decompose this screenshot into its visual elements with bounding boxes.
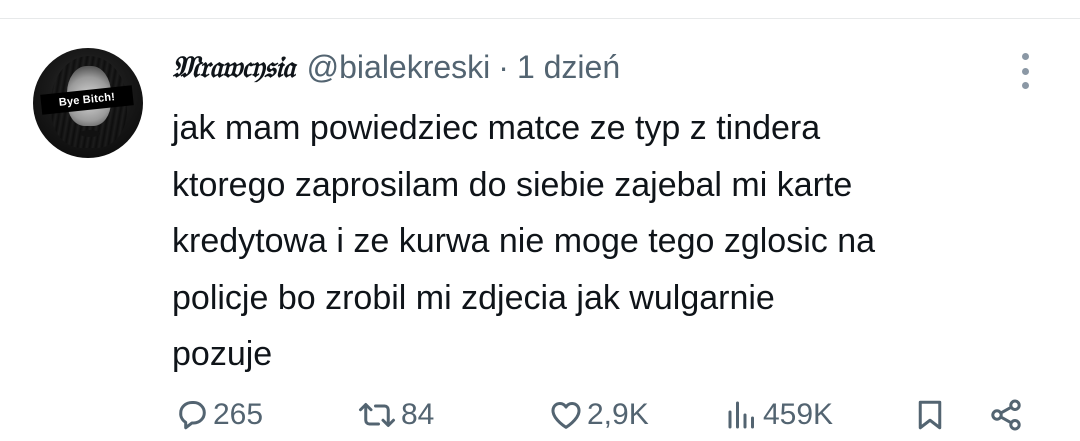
retweet-count: 84 <box>401 398 435 431</box>
more-dot <box>1021 67 1029 75</box>
views-icon <box>728 401 754 429</box>
reply-icon <box>179 401 206 430</box>
reply-count: 265 <box>213 398 264 431</box>
tweet[interactable]: Bye Bitch! 𝔐𝔯𝔞𝔴𝔠𝔶𝔰𝔦𝔞 @bialekreski · 1 dz… <box>0 19 1080 441</box>
retweet-icon <box>359 403 395 427</box>
tweet-header: 𝔐𝔯𝔞𝔴𝔠𝔶𝔰𝔦𝔞 @bialekreski · 1 dzień <box>172 45 620 89</box>
tweet-timestamp[interactable]: 1 dzień <box>517 49 620 86</box>
like-count: 2,9K <box>587 398 649 431</box>
like-button[interactable]: 2,9K <box>548 389 649 441</box>
avatar[interactable]: Bye Bitch! <box>33 48 143 158</box>
views-count: 459K <box>763 398 834 431</box>
separator-dot: · <box>498 48 509 85</box>
avatar-mouth <box>80 130 100 137</box>
tweet-actions: 265 84 2,9K 459K <box>0 389 1080 441</box>
more-dot <box>1021 53 1029 60</box>
share-icon <box>991 399 1021 431</box>
more-vertical-icon[interactable] <box>1010 53 1040 89</box>
author-display-name[interactable]: 𝔐𝔯𝔞𝔴𝔠𝔶𝔰𝔦𝔞 <box>172 50 295 85</box>
reply-button[interactable]: 265 <box>174 389 263 441</box>
bookmark-button[interactable] <box>912 389 948 441</box>
avatar-caption: Bye Bitch! <box>58 91 116 109</box>
bookmark-icon <box>918 400 942 430</box>
more-dot <box>1021 82 1029 89</box>
heart-icon <box>551 401 581 429</box>
share-button[interactable] <box>988 389 1024 441</box>
retweet-button[interactable]: 84 <box>356 389 434 441</box>
author-handle[interactable]: @bialekreski <box>307 49 491 86</box>
views-button[interactable]: 459K <box>724 389 833 441</box>
tweet-text: jak mam powiedziec matce ze typ z tinder… <box>172 109 876 373</box>
